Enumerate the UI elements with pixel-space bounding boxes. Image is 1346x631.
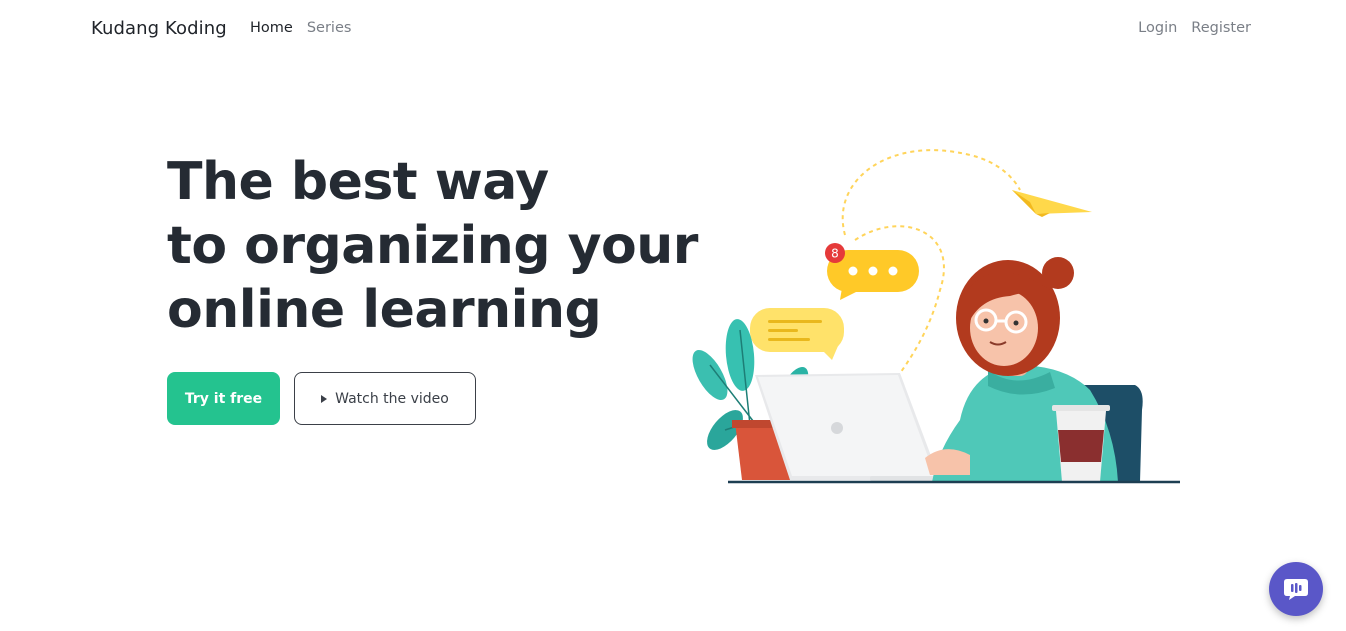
chat-widget-button[interactable] — [1269, 562, 1323, 616]
navbar: Kudang Koding Home Series Login Register — [0, 0, 1346, 60]
nav-home-link[interactable]: Home — [250, 20, 293, 36]
dashed-path — [841, 149, 1021, 236]
dashed-path-lower — [854, 225, 945, 381]
play-icon — [321, 394, 328, 403]
hero-title-line-1: The best way — [167, 152, 549, 212]
svg-text:8: 8 — [831, 247, 839, 261]
hero-title-line-3: online learning — [167, 280, 602, 340]
notification-badge: 8 — [825, 243, 845, 263]
hero-title-line-2: to organizing your — [167, 216, 698, 276]
chat-bubble-lower — [750, 308, 844, 360]
brand-logo[interactable]: Kudang Koding — [91, 18, 227, 39]
main-nav: Home Series — [250, 20, 351, 36]
nav-series-link[interactable]: Series — [307, 20, 352, 36]
hero-title: The best way to organizing your online l… — [167, 150, 698, 342]
watch-video-button[interactable]: Watch the video — [294, 372, 476, 425]
paper-plane-icon — [1012, 190, 1092, 217]
hero-illustration: 8 — [692, 149, 1180, 484]
login-link[interactable]: Login — [1138, 20, 1177, 36]
watch-video-label: Watch the video — [335, 390, 449, 407]
register-link[interactable]: Register — [1191, 20, 1251, 36]
auth-nav: Login Register — [1138, 20, 1251, 36]
try-free-button[interactable]: Try it free — [167, 372, 280, 425]
chat-icon — [1284, 579, 1308, 600]
